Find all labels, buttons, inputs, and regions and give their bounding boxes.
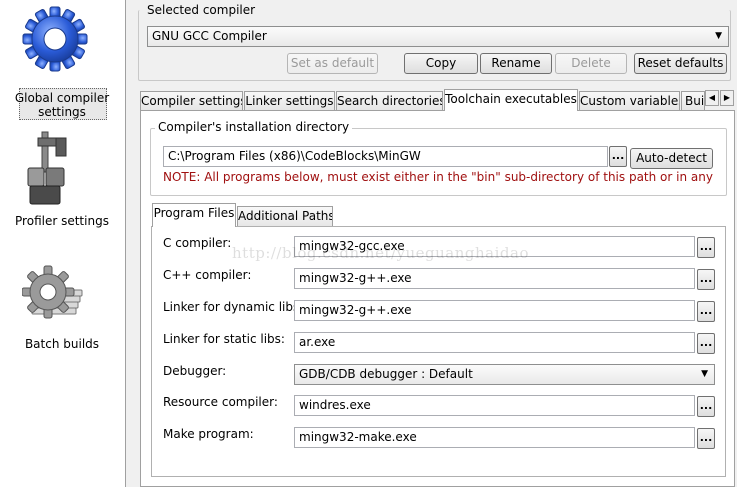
make-program-browse-button[interactable]: ...: [697, 428, 715, 449]
copy-button[interactable]: Copy: [404, 53, 478, 74]
tab-scroll-right-button[interactable]: ▶: [720, 90, 734, 106]
debugger-label: Debugger:: [163, 364, 227, 378]
tab-linker-settings[interactable]: Linker settings: [244, 91, 335, 110]
gear-icon: [22, 6, 88, 72]
static-linker-input[interactable]: ar.exe: [294, 332, 695, 353]
compiler-select[interactable]: GNU GCC Compiler ▼: [147, 26, 729, 47]
make-program-label: Make program:: [163, 427, 254, 441]
tab-build-options-partial[interactable]: Bui: [681, 91, 705, 110]
install-dir-input[interactable]: C:\Program Files (x86)\CodeBlocks\MinGW: [163, 146, 608, 167]
batch-gear-icon: [21, 262, 84, 328]
sidebar-item-global-compiler[interactable]: Global compiler settings: [0, 0, 124, 122]
resource-compiler-input[interactable]: windres.exe: [294, 395, 695, 416]
dynamic-linker-browse-button[interactable]: ...: [697, 301, 715, 322]
compiler-select-value: GNU GCC Compiler: [152, 29, 267, 43]
resource-compiler-label: Resource compiler:: [163, 395, 278, 409]
install-dir-note: NOTE: All programs below, must exist eit…: [163, 170, 713, 184]
chevron-down-icon: ▼: [701, 369, 708, 379]
reset-defaults-button[interactable]: Reset defaults: [634, 53, 727, 74]
chevron-down-icon: ▼: [715, 31, 722, 41]
c-compiler-label: C compiler:: [163, 236, 232, 250]
dynamic-linker-input[interactable]: mingw32-g++.exe: [294, 300, 695, 321]
cpp-compiler-input[interactable]: mingw32-g++.exe: [294, 268, 695, 289]
toolchain-page: Compiler's installation directory C:\Pro…: [140, 110, 735, 487]
make-program-input[interactable]: mingw32-make.exe: [294, 427, 695, 448]
compiler-settings-panel: Selected compiler GNU GCC Compiler ▼ Set…: [138, 0, 737, 487]
sidebar-item-label: Global compiler settings: [14, 91, 110, 119]
subtab-program-files[interactable]: Program Files: [152, 203, 236, 227]
caliper-icon: [24, 130, 74, 206]
sidebar-item-label: Batch builds: [24, 337, 100, 351]
tab-scroll-left-button[interactable]: ◀: [705, 90, 719, 106]
sidebar-item-batch-builds[interactable]: Batch builds: [0, 262, 124, 358]
subtab-additional-paths[interactable]: Additional Paths: [237, 206, 333, 227]
settings-sidebar: Global compiler settings Profiler settin…: [0, 0, 126, 487]
rename-button[interactable]: Rename: [480, 53, 552, 74]
resource-compiler-browse-button[interactable]: ...: [697, 396, 715, 417]
set-as-default-button[interactable]: Set as default: [287, 53, 378, 74]
cpp-compiler-browse-button[interactable]: ...: [697, 269, 715, 290]
install-dir-browse-button[interactable]: ...: [609, 146, 627, 167]
cpp-compiler-label: C++ compiler:: [163, 268, 252, 282]
auto-detect-button[interactable]: Auto-detect: [630, 148, 713, 169]
c-compiler-browse-button[interactable]: ...: [697, 237, 715, 258]
tab-search-directories[interactable]: Search directories: [336, 91, 443, 110]
program-files-page: C compiler: mingw32-gcc.exe ... C++ comp…: [151, 226, 726, 477]
install-dir-label: Compiler's installation directory: [155, 120, 353, 134]
debugger-select[interactable]: GDB/CDB debugger : Default ▼: [294, 364, 715, 385]
sidebar-item-profiler[interactable]: Profiler settings: [0, 126, 124, 232]
tab-custom-variables[interactable]: Custom variables: [579, 91, 680, 110]
sidebar-item-label: Profiler settings: [15, 214, 109, 228]
selected-compiler-label: Selected compiler: [144, 3, 259, 17]
static-linker-label: Linker for static libs:: [163, 332, 285, 346]
static-linker-browse-button[interactable]: ...: [697, 333, 715, 354]
debugger-select-value: GDB/CDB debugger : Default: [299, 367, 473, 381]
c-compiler-input[interactable]: mingw32-gcc.exe: [294, 236, 695, 257]
delete-button[interactable]: Delete: [555, 53, 627, 74]
tab-compiler-settings[interactable]: Compiler settings: [140, 91, 243, 110]
tab-toolchain-executables[interactable]: Toolchain executables: [444, 89, 578, 111]
dynamic-linker-label: Linker for dynamic libs:: [163, 300, 304, 314]
settings-tabs: Compiler settings Linker settings Search…: [140, 89, 737, 111]
